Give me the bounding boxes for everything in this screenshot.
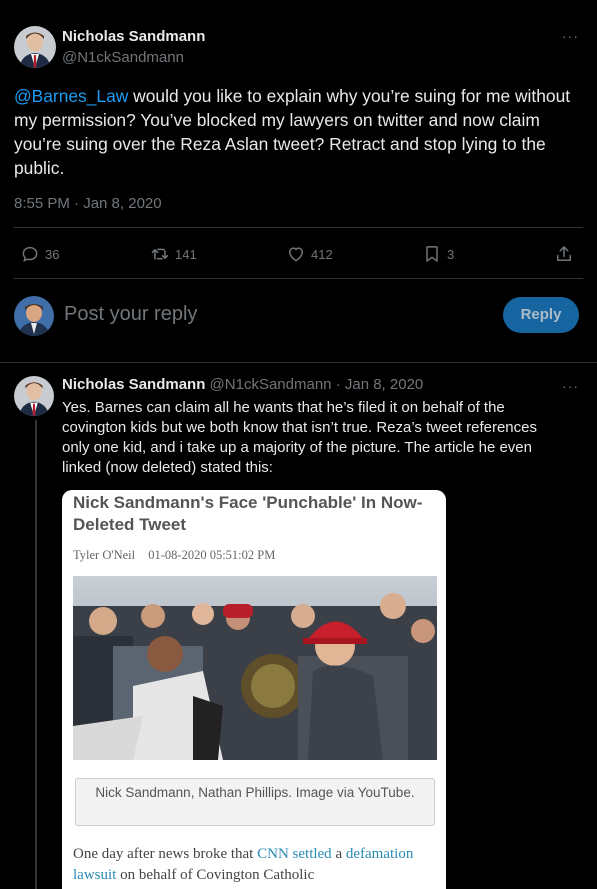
share-button[interactable]	[554, 244, 579, 264]
article-author: Tyler O'Neil	[73, 548, 136, 562]
divider	[14, 227, 583, 228]
retweet-action-button[interactable]: 141	[150, 244, 197, 264]
article-body: One day after news broke that CNN settle…	[73, 844, 443, 886]
article-body-text: a	[331, 846, 346, 862]
author-handle[interactable]: @N1ckSandmann	[62, 49, 184, 66]
heart-icon	[289, 247, 303, 262]
author-avatar[interactable]	[14, 376, 54, 416]
reply-action-button[interactable]: 36	[20, 244, 59, 264]
like-count: 412	[311, 246, 333, 262]
reply-input[interactable]: Post your reply	[64, 303, 197, 326]
more-options-icon[interactable]: ···	[562, 378, 579, 394]
bookmark-icon	[426, 246, 438, 262]
divider	[14, 278, 583, 279]
reply-button[interactable]: Reply	[503, 297, 579, 333]
tweet-date[interactable]: · Jan 8, 2020	[336, 376, 424, 393]
retweet-icon	[151, 248, 169, 260]
reply-count: 36	[45, 246, 60, 262]
tweet-text: @Barnes_Law would you like to explain wh…	[14, 84, 579, 180]
like-action-button[interactable]: 412	[286, 244, 333, 264]
tweet-timestamp[interactable]: 8:55 PM · Jan 8, 2020	[14, 195, 162, 212]
current-user-avatar[interactable]	[14, 296, 54, 336]
article-meta: Tyler O'Neil 01-08-2020 05:51:02 PM	[73, 548, 275, 563]
divider	[0, 362, 597, 363]
bookmark-count: 3	[447, 246, 455, 262]
bookmark-action-button[interactable]: 3	[422, 244, 454, 264]
article-datetime: 01-08-2020 05:51:02 PM	[148, 548, 276, 562]
article-body-text: One day after news broke that	[73, 846, 258, 862]
reply-header: Nicholas Sandmann @N1ckSandmann · Jan 8,…	[62, 376, 423, 393]
photo-caption: Nick Sandmann, Nathan Phillips. Image vi…	[75, 778, 435, 826]
retweet-count: 141	[175, 246, 197, 262]
mention-link[interactable]: @Barnes_Law	[14, 86, 128, 106]
article-title: Nick Sandmann's Face 'Punchable' In Now-…	[73, 493, 423, 534]
more-options-icon[interactable]: ···	[562, 28, 579, 44]
tweet-text: Yes. Barnes can claim all he wants that …	[62, 399, 537, 476]
article-screenshot-image[interactable]: Nick Sandmann's Face 'Punchable' In Now-…	[62, 490, 446, 889]
author-handle[interactable]: @N1ckSandmann	[210, 376, 332, 393]
share-icon	[557, 246, 571, 261]
crowd-photo	[73, 576, 437, 760]
thread-connector	[35, 420, 37, 889]
author-avatar[interactable]	[14, 26, 56, 68]
author-name[interactable]: Nicholas Sandmann	[62, 28, 205, 45]
article-body-text: on behalf of Covington Catholic	[116, 867, 315, 883]
article-link: CNN settled	[257, 846, 332, 862]
reply-icon	[22, 246, 38, 262]
author-name[interactable]: Nicholas Sandmann	[62, 376, 205, 393]
